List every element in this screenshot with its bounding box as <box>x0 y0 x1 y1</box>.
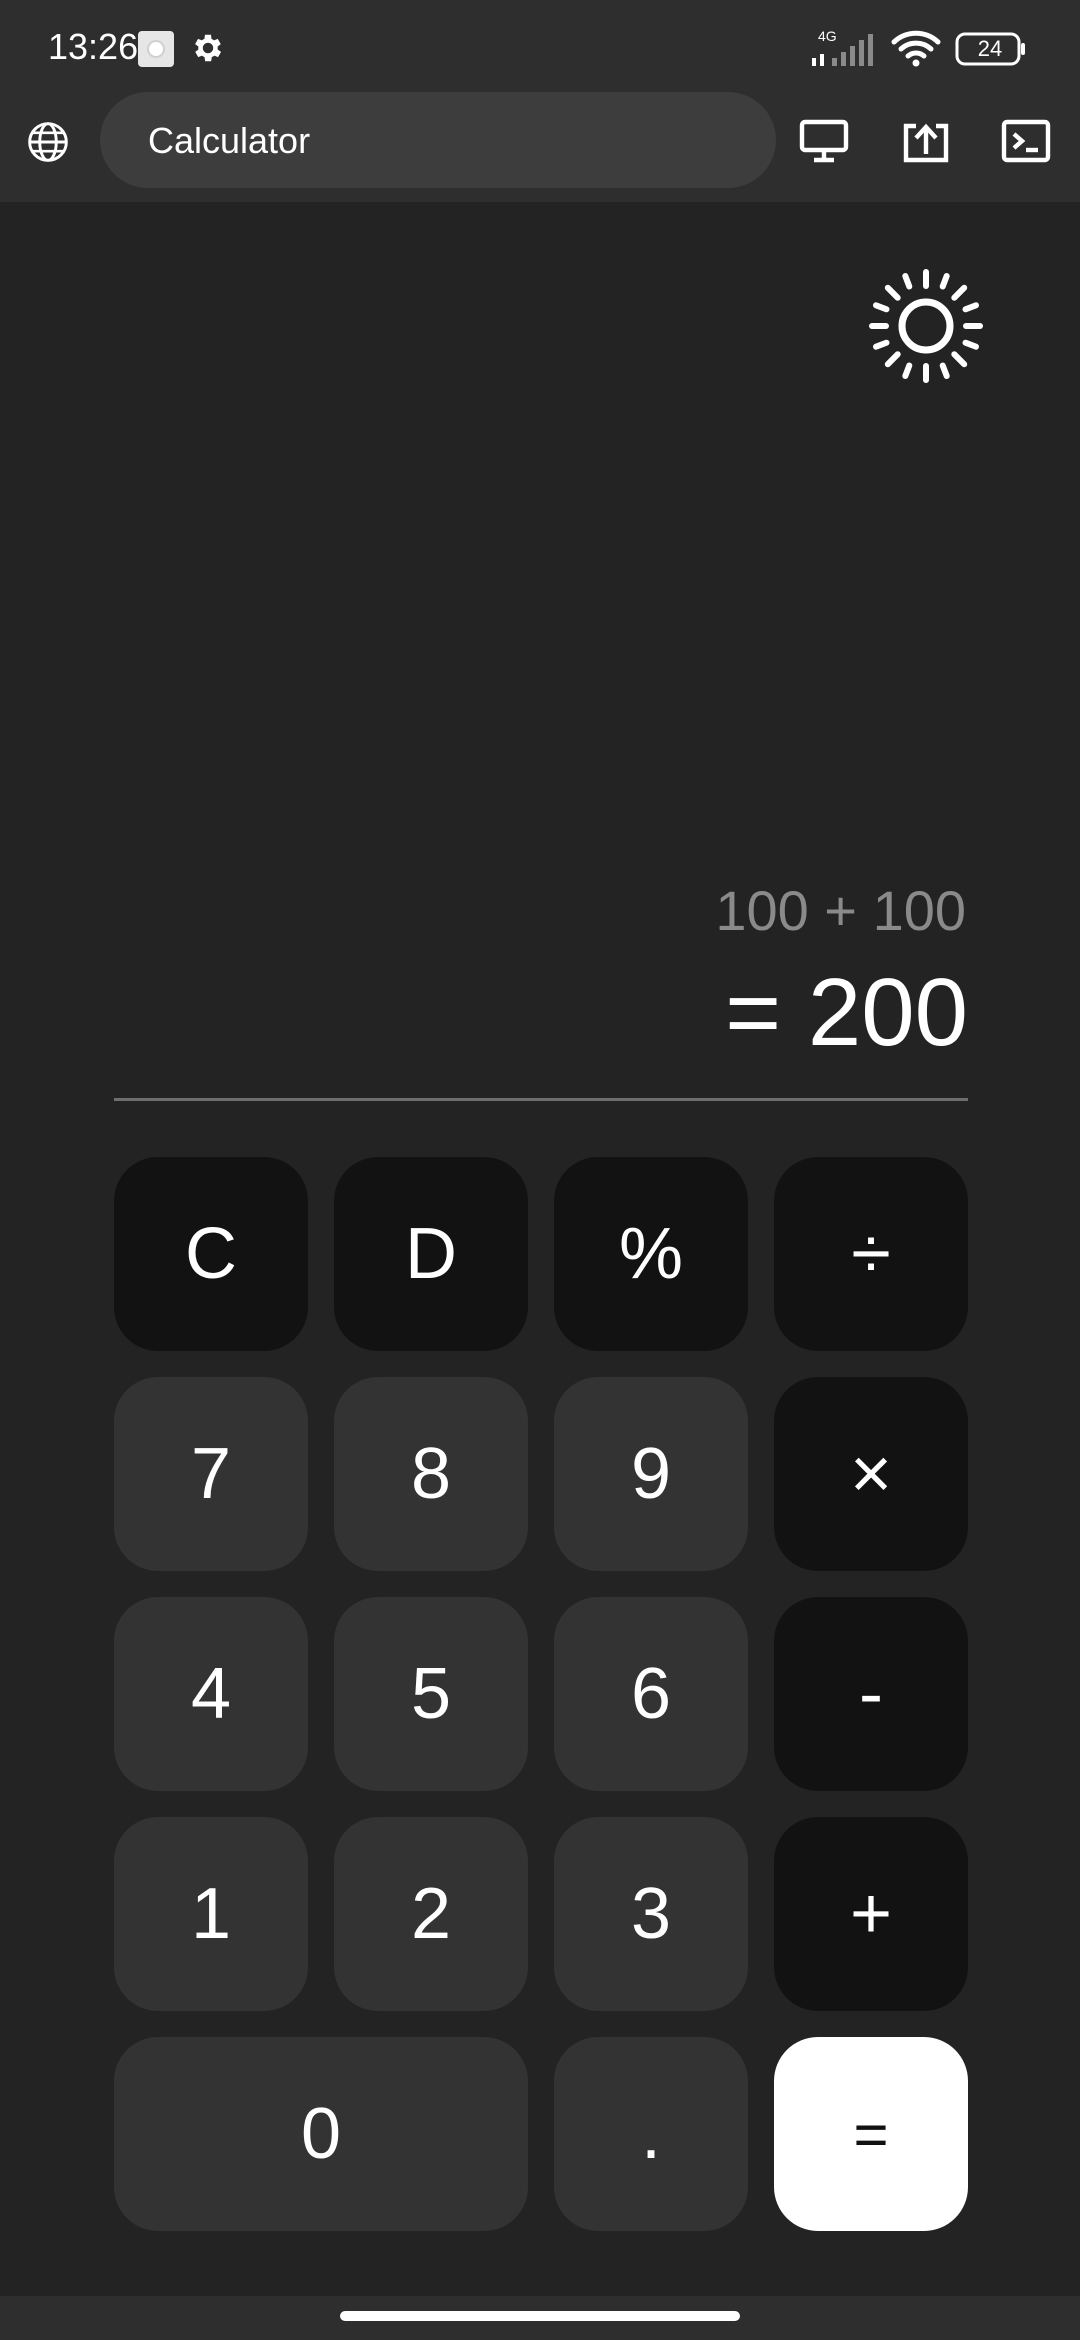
sun-icon[interactable] <box>868 268 984 384</box>
digit-6-button[interactable]: 6 <box>554 1597 748 1791</box>
delete-button[interactable]: D <box>334 1157 528 1351</box>
digit-3-button[interactable]: 3 <box>554 1817 748 2011</box>
digit-1-button[interactable]: 1 <box>114 1817 308 2011</box>
equals-button[interactable]: = <box>774 2037 968 2231</box>
plus-button[interactable]: + <box>774 1817 968 2011</box>
percent-button[interactable]: % <box>554 1157 748 1351</box>
home-indicator[interactable] <box>340 2311 740 2321</box>
signal-icon <box>812 34 873 66</box>
result-display: = 200 <box>725 959 968 1066</box>
digit-5-button[interactable]: 5 <box>334 1597 528 1791</box>
gear-icon <box>195 34 222 62</box>
multiply-button[interactable]: × <box>774 1377 968 1571</box>
battery-level: 24 <box>977 36 1003 61</box>
digit-0-button[interactable]: 0 <box>114 2037 528 2231</box>
calculator-app: 13:26 4G 24 Calculator 100 + 100 = 200 C… <box>0 0 1080 2340</box>
display-divider <box>114 1098 968 1101</box>
status-bar: 13:26 4G 24 <box>0 0 1080 96</box>
share-icon[interactable] <box>900 118 952 164</box>
app-title: Calculator <box>148 120 311 161</box>
minus-button[interactable]: - <box>774 1597 968 1791</box>
digit-8-button[interactable]: 8 <box>334 1377 528 1571</box>
decimal-button[interactable]: . <box>554 2037 748 2231</box>
globe-icon[interactable] <box>26 120 70 164</box>
digit-2-button[interactable]: 2 <box>334 1817 528 2011</box>
digit-9-button[interactable]: 9 <box>554 1377 748 1571</box>
status-time: 13:26 <box>48 26 139 67</box>
wifi-icon <box>891 30 941 67</box>
digit-7-button[interactable]: 7 <box>114 1377 308 1571</box>
divide-button[interactable]: ÷ <box>774 1157 968 1351</box>
desktop-icon[interactable] <box>798 118 850 164</box>
digit-4-button[interactable]: 4 <box>114 1597 308 1791</box>
clear-button[interactable]: C <box>114 1157 308 1351</box>
terminal-icon[interactable] <box>1000 118 1052 164</box>
notification-icon <box>138 31 174 67</box>
expression-display: 100 + 100 <box>715 879 966 942</box>
title-field[interactable]: Calculator <box>100 92 776 188</box>
